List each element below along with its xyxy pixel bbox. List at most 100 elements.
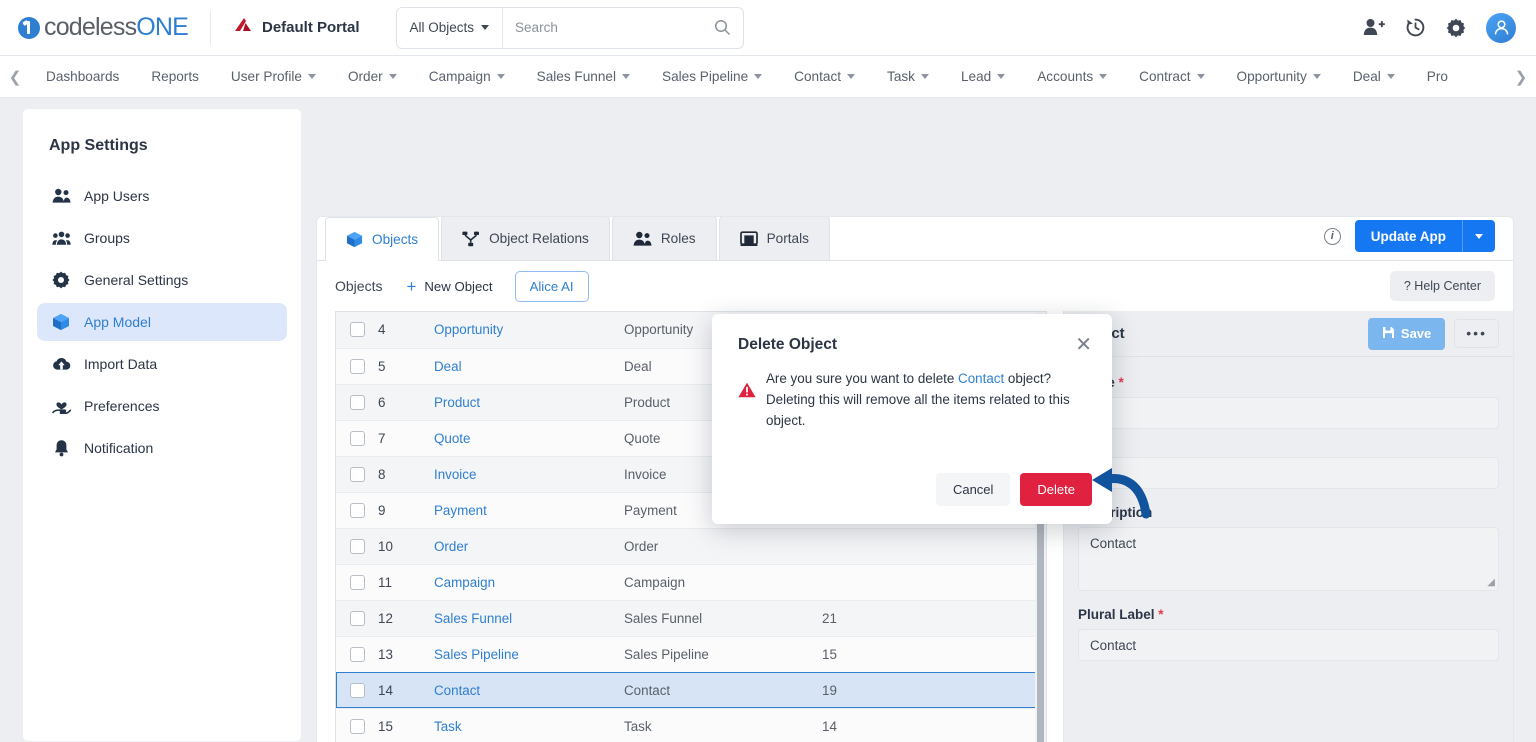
nav-item-lead[interactable]: Lead <box>945 56 1021 97</box>
row-checkbox[interactable] <box>350 646 365 662</box>
table-row[interactable]: 13 Sales Pipeline Sales Pipeline 15 <box>336 636 1046 673</box>
nav-item-contact[interactable]: Contact <box>778 56 871 97</box>
settings-gear-icon[interactable] <box>1446 18 1466 38</box>
tab-objects[interactable]: Objects <box>325 217 440 261</box>
row-field-count: 21 <box>822 600 1046 637</box>
alice-ai-button[interactable]: Alice AI <box>514 270 589 302</box>
sidebar-item-app-model[interactable]: App Model <box>37 303 287 341</box>
plus-icon: + <box>406 276 417 296</box>
row-checkbox[interactable] <box>350 466 365 482</box>
nav-item-opportunity[interactable]: Opportunity <box>1221 56 1337 97</box>
delete-button[interactable]: Delete <box>1020 473 1092 506</box>
global-search[interactable]: All Objects Search <box>395 6 744 49</box>
sidebar-item-general-settings[interactable]: General Settings <box>37 261 287 299</box>
row-checkbox[interactable] <box>350 682 365 698</box>
row-checkbox[interactable] <box>350 574 365 590</box>
sidebar-item-app-users[interactable]: App Users <box>37 177 287 215</box>
app-window: codelessONE Default Portal All Objects S… <box>0 0 1536 742</box>
required-asterisk: * <box>1118 375 1124 390</box>
help-center-button[interactable]: ? Help Center <box>1389 271 1495 301</box>
row-name-link[interactable]: Payment <box>434 503 487 518</box>
sidebar-item-preferences[interactable]: Preferences <box>37 387 287 425</box>
table-row[interactable]: 15 Task Task 14 <box>336 708 1046 742</box>
row-name-link[interactable]: Opportunity <box>434 322 503 337</box>
row-name-link[interactable]: Campaign <box>434 575 495 590</box>
portal-selector[interactable]: Default Portal <box>211 0 382 56</box>
row-name-link[interactable]: Task <box>434 719 462 734</box>
search-icon[interactable] <box>714 19 743 36</box>
row-name-link[interactable]: Sales Pipeline <box>434 647 519 662</box>
row-checkbox[interactable] <box>350 538 365 554</box>
chevron-right-icon[interactable]: ❯ <box>1506 68 1536 86</box>
search-input[interactable]: Search <box>503 20 713 35</box>
row-name-link[interactable]: Deal <box>434 359 462 374</box>
row-name-link[interactable]: Invoice <box>434 467 476 482</box>
row-field-count: 15 <box>822 636 1046 673</box>
new-object-button[interactable]: + New Object <box>406 278 492 295</box>
nav-item-dashboards[interactable]: Dashboards <box>30 56 135 97</box>
row-name-link[interactable]: Order <box>434 539 468 554</box>
ellipsis-icon[interactable]: ••• <box>1454 319 1499 348</box>
modal-message-link[interactable]: Contact <box>958 371 1004 386</box>
search-scope-select[interactable]: All Objects <box>397 7 504 48</box>
row-checkbox[interactable] <box>350 394 365 410</box>
app-settings-panel: App Settings App Users Groups General Sett… <box>22 108 302 742</box>
row-label: Contact <box>624 672 822 709</box>
row-checkbox[interactable] <box>350 718 365 734</box>
app-logo[interactable]: codelessONE <box>0 13 210 42</box>
table-row[interactable]: 14 Contact Contact 19 <box>336 672 1046 709</box>
nav-item-deal[interactable]: Deal <box>1337 56 1411 97</box>
row-id: 8 <box>378 456 434 493</box>
save-button[interactable]: Save <box>1367 317 1446 350</box>
modal-footer: Cancel Delete <box>935 473 1092 506</box>
nav-item-campaign[interactable]: Campaign <box>413 56 521 97</box>
chevron-left-icon[interactable]: ❮ <box>0 68 30 86</box>
row-name-cell: Opportunity <box>434 312 624 349</box>
sidebar-item-notification[interactable]: Notification <box>37 429 287 467</box>
row-checkbox[interactable] <box>350 610 365 626</box>
sidebar-item-import-data[interactable]: Import Data <box>37 345 287 383</box>
chevron-down-icon[interactable] <box>1463 233 1495 239</box>
table-row[interactable]: 11 Campaign Campaign <box>336 564 1046 601</box>
nav-item-task[interactable]: Task <box>871 56 945 97</box>
row-checkbox[interactable] <box>350 502 365 518</box>
user-avatar[interactable] <box>1486 12 1516 43</box>
row-checkbox[interactable] <box>350 322 365 338</box>
nav-item-accounts[interactable]: Accounts <box>1021 56 1123 97</box>
row-name-link[interactable]: Sales Funnel <box>434 611 512 626</box>
nav-item-label: Reports <box>151 69 199 84</box>
field-input-description[interactable]: Contact ◢ <box>1078 527 1499 591</box>
sidebar-item-groups[interactable]: Groups <box>37 219 287 257</box>
field-input-extra-1[interactable] <box>1078 457 1499 489</box>
nav-item-sales-pipeline[interactable]: Sales Pipeline <box>646 56 778 97</box>
info-icon[interactable]: i <box>1323 227 1341 245</box>
field-input-plural-label[interactable]: Contact <box>1078 629 1499 661</box>
close-icon[interactable]: ✕ <box>1075 335 1092 355</box>
row-checkbox[interactable] <box>350 358 365 374</box>
tab-roles[interactable]: Roles <box>611 217 717 260</box>
nav-item-sales-funnel[interactable]: Sales Funnel <box>521 56 646 97</box>
nav-item-user-profile[interactable]: User Profile <box>215 56 332 97</box>
row-name-link[interactable]: Contact <box>434 683 480 698</box>
add-user-icon[interactable] <box>1363 18 1385 37</box>
nav-item-contract[interactable]: Contract <box>1123 56 1220 97</box>
nav-item-order[interactable]: Order <box>332 56 413 97</box>
history-icon[interactable] <box>1405 17 1426 38</box>
nav-item-reports[interactable]: Reports <box>135 56 215 97</box>
objects-title: Objects <box>335 278 383 294</box>
cancel-button[interactable]: Cancel <box>935 473 1011 506</box>
row-checkbox-cell <box>336 672 378 709</box>
update-app-button[interactable]: Update App <box>1354 220 1495 252</box>
tab-portals[interactable]: Portals <box>718 217 830 260</box>
table-row[interactable]: 12 Sales Funnel Sales Funnel 21 <box>336 600 1046 637</box>
row-name-link[interactable]: Product <box>434 395 480 410</box>
row-name-link[interactable]: Quote <box>434 431 470 446</box>
field-input-name[interactable] <box>1078 397 1499 429</box>
row-checkbox[interactable] <box>350 430 365 446</box>
nav-item-pro[interactable]: Pro <box>1411 56 1464 97</box>
portal-label: Default Portal <box>262 19 360 36</box>
table-row[interactable]: 10 Order Order <box>336 528 1046 565</box>
row-name-cell: Invoice <box>434 456 624 493</box>
tab-object-relations[interactable]: Object Relations <box>441 217 610 260</box>
resize-grip-icon[interactable]: ◢ <box>1487 578 1495 588</box>
